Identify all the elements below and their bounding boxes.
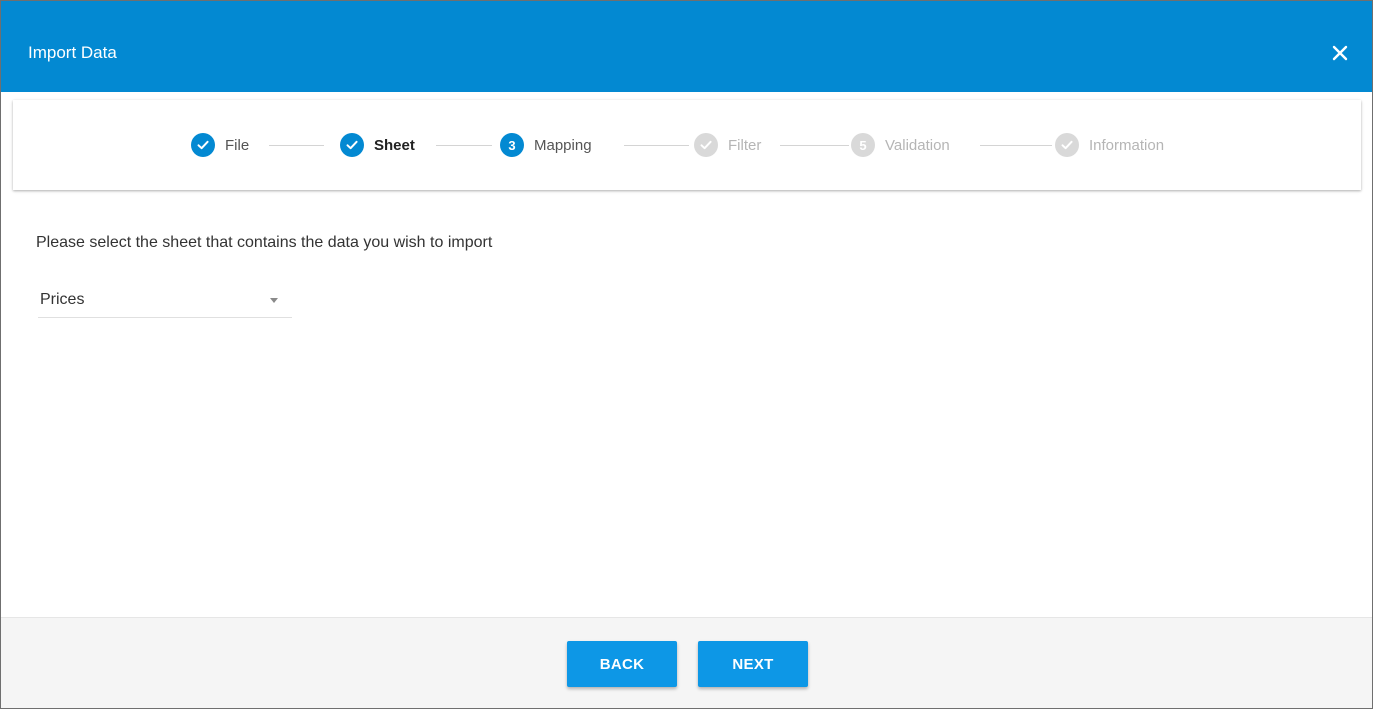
dropdown-arrow-icon	[270, 298, 278, 303]
step-information: Information	[1055, 132, 1164, 158]
sheet-select-value: Prices	[40, 291, 85, 308]
step-label: Information	[1089, 136, 1165, 154]
check-icon	[694, 133, 718, 157]
step-filter: Filter	[694, 132, 761, 158]
stepper: File Sheet 3 Mapping Filter 5 Validation	[13, 100, 1361, 190]
instruction-text: Please select the sheet that contains th…	[36, 234, 493, 251]
step-number-badge: 5	[851, 133, 875, 157]
dialog-header: Import Data	[1, 1, 1372, 92]
step-sheet: Sheet	[340, 132, 415, 158]
back-button[interactable]: BACK	[567, 641, 677, 687]
step-connector	[269, 145, 324, 146]
import-data-dialog: Import Data File Sheet 3 Mapping Filter …	[0, 0, 1373, 709]
check-icon	[340, 133, 364, 157]
step-label: File	[225, 136, 250, 154]
dialog-title: Import Data	[28, 43, 117, 62]
step-connector	[436, 145, 492, 146]
close-button[interactable]	[1326, 39, 1354, 67]
step-connector	[780, 145, 849, 146]
next-button[interactable]: NEXT	[698, 641, 808, 687]
close-icon	[1332, 45, 1348, 61]
step-label: Sheet	[374, 136, 415, 154]
step-connector	[624, 145, 689, 146]
step-label: Filter	[728, 136, 762, 154]
dialog-footer: BACK NEXT	[1, 617, 1372, 708]
step-label: Validation	[885, 136, 950, 154]
step-validation: 5 Validation	[851, 132, 950, 158]
step-connector	[980, 145, 1052, 146]
step-label: Mapping	[534, 136, 592, 154]
check-icon	[1055, 133, 1079, 157]
check-icon	[191, 133, 215, 157]
step-mapping: 3 Mapping	[500, 132, 592, 158]
step-file: File	[191, 132, 249, 158]
step-number-badge: 3	[500, 133, 524, 157]
sheet-select[interactable]: Prices	[38, 285, 292, 318]
